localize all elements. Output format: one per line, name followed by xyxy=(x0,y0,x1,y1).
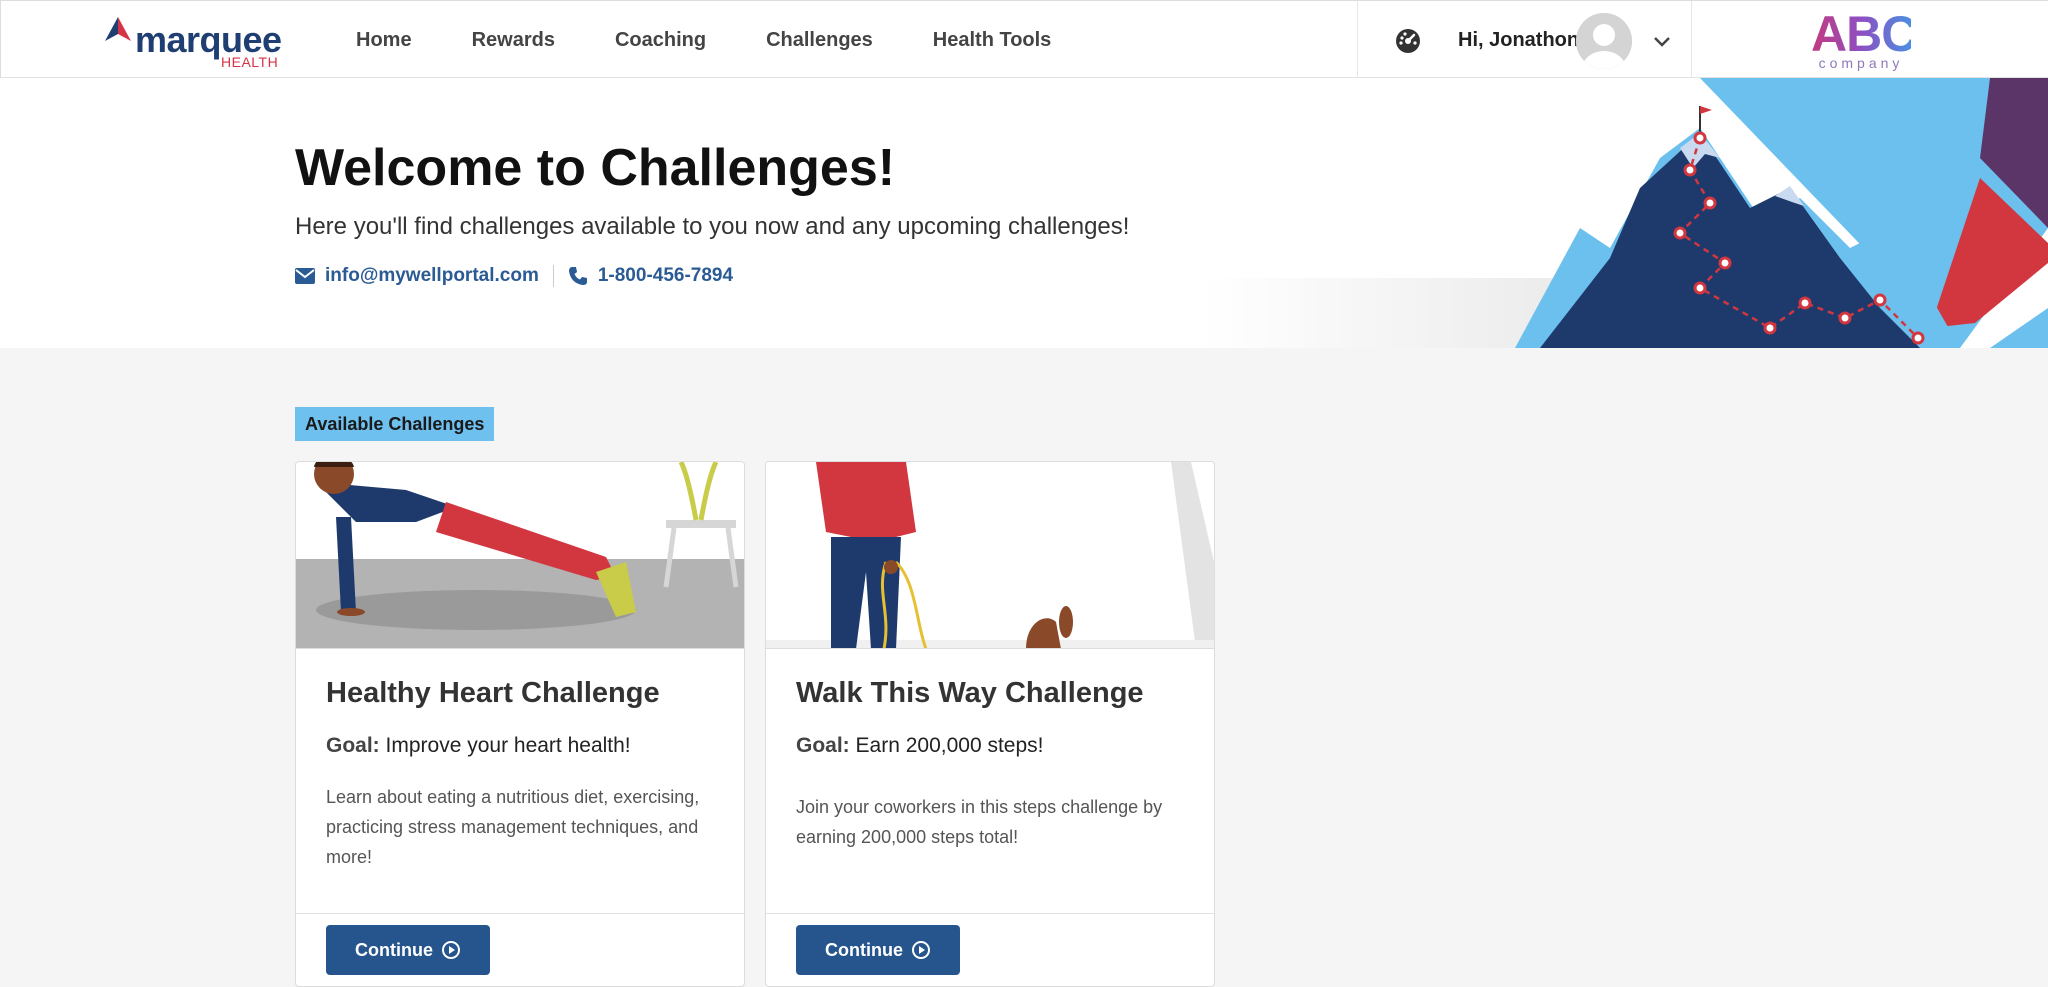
nav-health-tools[interactable]: Health Tools xyxy=(933,29,1052,52)
dashboard-icon[interactable] xyxy=(1394,27,1422,55)
challenge-goal: Goal: Improve your heart health! xyxy=(326,734,631,758)
phone-link[interactable]: 1-800-456-7894 xyxy=(568,265,733,287)
partner-logo-name: ABC xyxy=(1811,6,1917,62)
hero-banner: Welcome to Challenges! Here you'll find … xyxy=(0,78,2048,348)
challenge-goal: Goal: Earn 200,000 steps! xyxy=(796,734,1043,758)
goal-text: Earn 200,000 steps! xyxy=(855,734,1044,757)
top-navigation-bar: marquee HEALTH Home Rewards Coaching Cha… xyxy=(0,0,2048,79)
logo-mark-icon xyxy=(105,17,131,41)
envelope-icon xyxy=(295,268,315,284)
goal-label: Goal: xyxy=(796,734,850,757)
play-circle-icon xyxy=(912,941,930,959)
phone-text: 1-800-456-7894 xyxy=(597,265,734,286)
email-link[interactable]: info@mywellportal.com xyxy=(295,265,539,287)
challenge-title: Walk This Way Challenge xyxy=(796,677,1144,709)
available-challenges-label: Available Challenges xyxy=(295,407,495,441)
main-nav: Home Rewards Coaching Challenges Health … xyxy=(356,1,1111,79)
user-avatar-icon[interactable] xyxy=(1576,13,1632,69)
play-circle-icon xyxy=(442,941,460,959)
card-footer: Continue xyxy=(766,913,1214,986)
email-text: info@mywellportal.com xyxy=(325,265,539,286)
user-greeting[interactable]: Hi, Jonathon xyxy=(1458,29,1579,52)
continue-label: Continue xyxy=(825,939,903,960)
goal-label: Goal: xyxy=(326,734,380,757)
nav-coaching[interactable]: Coaching xyxy=(615,29,706,52)
continue-button[interactable]: Continue xyxy=(326,925,490,975)
page-title: Welcome to Challenges! xyxy=(295,139,896,197)
challenge-title: Healthy Heart Challenge xyxy=(326,677,660,709)
challenge-image-pushup xyxy=(296,462,744,649)
nav-rewards[interactable]: Rewards xyxy=(472,29,555,52)
marquee-health-logo[interactable]: marquee HEALTH xyxy=(103,13,283,70)
partner-logo-sub: company xyxy=(1818,55,1904,71)
contact-divider xyxy=(552,265,554,287)
challenge-card: Healthy Heart Challenge Goal: Improve yo… xyxy=(295,461,745,987)
challenge-image-walking xyxy=(766,462,1214,649)
user-menu: Hi, Jonathon xyxy=(1357,1,1692,79)
continue-button[interactable]: Continue xyxy=(796,925,960,975)
chevron-down-icon[interactable] xyxy=(1652,31,1672,51)
logo-subtitle: HEALTH xyxy=(221,54,279,70)
challenge-description: Learn about eating a nutritious diet, ex… xyxy=(326,787,700,867)
nav-challenges[interactable]: Challenges xyxy=(766,29,873,52)
nav-home[interactable]: Home xyxy=(356,29,412,52)
goal-text: Improve your heart health! xyxy=(385,734,631,757)
page-subtitle: Here you'll find challenges available to… xyxy=(295,213,1130,240)
mountain-illustration xyxy=(1200,78,2048,348)
continue-label: Continue xyxy=(355,939,433,960)
phone-icon xyxy=(568,267,587,285)
challenge-description: Join your coworkers in this steps challe… xyxy=(796,797,1163,847)
card-footer: Continue xyxy=(296,913,744,986)
partner-logo: ABC company xyxy=(1811,6,1917,71)
challenge-card: Walk This Way Challenge Goal: Earn 200,0… xyxy=(765,461,1215,987)
contact-info: info@mywellportal.com 1-800-456-7894 xyxy=(295,265,733,287)
